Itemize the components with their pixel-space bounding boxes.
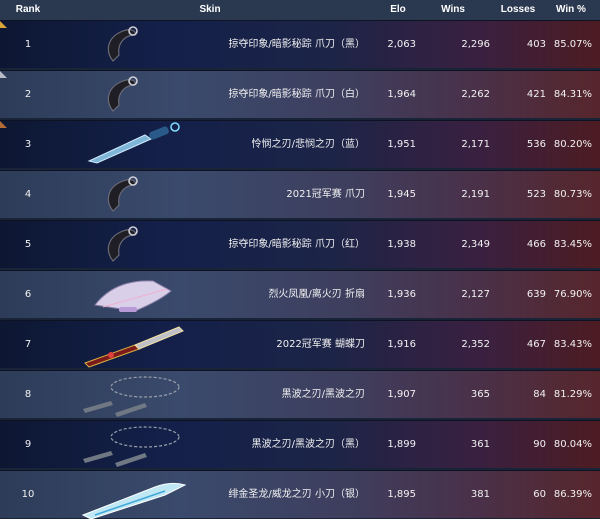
rank-cell: 7 bbox=[24, 339, 32, 350]
losses-cell: 84 bbox=[533, 389, 546, 400]
skin-name-cell: 怜悯之刃/悲悯之刃（蓝） bbox=[251, 139, 365, 150]
table-row[interactable]: 6 烈火凤凰/离火刃 折扇 1,936 2,127 639 76.90% bbox=[0, 270, 600, 318]
rank-cell: 8 bbox=[24, 389, 32, 400]
losses-cell: 467 bbox=[526, 339, 546, 350]
rank-cell: 3 bbox=[24, 139, 32, 150]
win-percent-cell: 76.90% bbox=[553, 289, 592, 300]
win-percent-cell: 83.43% bbox=[553, 339, 592, 350]
win-percent-cell: 80.20% bbox=[553, 139, 592, 150]
win-percent-cell: 80.04% bbox=[553, 439, 592, 450]
folding-fan-icon bbox=[94, 280, 172, 312]
win-percent-cell: 80.73% bbox=[553, 189, 592, 200]
losses-cell: 403 bbox=[526, 39, 546, 50]
karambit-knife-red-icon bbox=[107, 226, 138, 262]
table-row[interactable]: 5 掠夺印象/暗影秘踪 爪刀（红） 1,938 2,349 466 83.45% bbox=[0, 220, 600, 268]
skin-name-cell: 黑波之刃/黑波之刃（黑） bbox=[251, 439, 365, 450]
losses-cell: 523 bbox=[526, 189, 546, 200]
win-percent-cell: 83.45% bbox=[553, 239, 592, 250]
losses-cell: 639 bbox=[526, 289, 546, 300]
win-percent-cell: 81.29% bbox=[553, 389, 592, 400]
medal-corner-marker bbox=[0, 121, 14, 128]
kunai-chain-icon bbox=[83, 376, 180, 417]
wins-cell: 2,127 bbox=[461, 289, 490, 300]
table-row[interactable]: 7 2022冠军赛 蝴蝶刀 1,916 2,352 467 83.43% bbox=[0, 320, 600, 368]
losses-cell: 536 bbox=[526, 139, 546, 150]
skin-name-cell: 2022冠军赛 蝴蝶刀 bbox=[276, 339, 365, 350]
skin-name-cell: 掠夺印象/暗影秘踪 爪刀（红） bbox=[228, 239, 365, 250]
rank-cell: 2 bbox=[24, 89, 32, 100]
table-row[interactable]: 3 怜悯之刃/悲悯之刃（蓝） 1,951 2,171 536 80.20% bbox=[0, 120, 600, 168]
losses-cell: 90 bbox=[533, 439, 546, 450]
skin-name-cell: 黑波之刃/黑波之刃 bbox=[281, 389, 365, 400]
win-percent-cell: 85.07% bbox=[553, 39, 592, 50]
wins-cell: 2,262 bbox=[461, 89, 490, 100]
table-row[interactable]: 2 掠夺印象/暗影秘踪 爪刀（白） 1,964 2,262 421 84.31% bbox=[0, 70, 600, 118]
elo-cell: 1,899 bbox=[387, 439, 416, 450]
karambit-knife-black-icon bbox=[107, 26, 138, 62]
table-row[interactable]: 9 黑波之刃/黑波之刃（黑） 1,899 361 90 80.04% bbox=[0, 420, 600, 468]
table-row[interactable]: 1 掠夺印象/暗影秘踪 爪刀（黑） 2,063 2,296 403 85.07% bbox=[0, 20, 600, 68]
karambit-knife-white-icon bbox=[107, 76, 138, 112]
rank-cell: 9 bbox=[24, 439, 32, 450]
column-header-skin[interactable]: Skin bbox=[190, 0, 230, 20]
elo-cell: 2,063 bbox=[387, 39, 416, 50]
rank-cell: 10 bbox=[21, 489, 35, 500]
column-header-win-percent[interactable]: Win % bbox=[548, 0, 594, 20]
medal-corner-marker bbox=[0, 71, 14, 78]
column-header-losses[interactable]: Losses bbox=[492, 0, 544, 20]
column-header-wins[interactable]: Wins bbox=[430, 0, 476, 20]
losses-cell: 466 bbox=[526, 239, 546, 250]
rank-cell: 4 bbox=[24, 189, 32, 200]
elo-cell: 1,895 bbox=[387, 489, 416, 500]
elo-cell: 1,951 bbox=[387, 139, 416, 150]
skin-name-cell: 掠夺印象/暗影秘踪 爪刀（黑） bbox=[228, 39, 365, 50]
table-row[interactable]: 10 绯金圣龙/威龙之刃 小刀（银） 1,895 381 60 86.39% bbox=[0, 470, 600, 519]
wins-cell: 2,296 bbox=[461, 39, 490, 50]
elo-cell: 1,964 bbox=[387, 89, 416, 100]
medal-corner-marker bbox=[0, 21, 14, 28]
table-header: Rank Skin Elo Wins Losses Win % bbox=[0, 0, 600, 20]
wins-cell: 2,352 bbox=[461, 339, 490, 350]
losses-cell: 60 bbox=[533, 489, 546, 500]
elo-cell: 1,936 bbox=[387, 289, 416, 300]
win-percent-cell: 84.31% bbox=[553, 89, 592, 100]
rank-cell: 1 bbox=[24, 39, 32, 50]
skin-name-cell: 绯金圣龙/威龙之刃 小刀（银） bbox=[228, 489, 365, 500]
leaderboard-table: Rank Skin Elo Wins Losses Win % 1 掠夺印象/暗影… bbox=[0, 0, 600, 519]
losses-cell: 421 bbox=[526, 89, 546, 100]
butterfly-knife-icon bbox=[84, 326, 184, 368]
skin-name-cell: 烈火凤凰/离火刃 折扇 bbox=[268, 289, 365, 300]
wins-cell: 2,171 bbox=[461, 139, 490, 150]
table-row[interactable]: 4 2021冠军赛 爪刀 1,945 2,191 523 80.73% bbox=[0, 170, 600, 218]
rank-cell: 6 bbox=[24, 289, 32, 300]
wins-cell: 381 bbox=[470, 489, 490, 500]
dagger-blue-icon bbox=[87, 122, 180, 164]
elo-cell: 1,907 bbox=[387, 389, 416, 400]
wins-cell: 2,349 bbox=[461, 239, 490, 250]
skin-name-cell: 掠夺印象/暗影秘踪 爪刀（白） bbox=[228, 89, 365, 100]
wins-cell: 365 bbox=[470, 389, 490, 400]
win-percent-cell: 86.39% bbox=[553, 489, 592, 500]
elo-cell: 1,945 bbox=[387, 189, 416, 200]
wins-cell: 361 bbox=[470, 439, 490, 450]
column-header-elo[interactable]: Elo bbox=[380, 0, 416, 20]
wins-cell: 2,191 bbox=[461, 189, 490, 200]
table-row[interactable]: 8 黑波之刃/黑波之刃 1,907 365 84 81.29% bbox=[0, 370, 600, 418]
elo-cell: 1,916 bbox=[387, 339, 416, 350]
elo-cell: 1,938 bbox=[387, 239, 416, 250]
skin-name-cell: 2021冠军赛 爪刀 bbox=[286, 189, 365, 200]
rank-cell: 5 bbox=[24, 239, 32, 250]
karambit-knife-gold-icon bbox=[107, 176, 138, 212]
dragon-knife-silver-icon bbox=[81, 482, 187, 519]
column-header-rank[interactable]: Rank bbox=[14, 0, 42, 20]
kunai-chain-black-icon bbox=[83, 426, 180, 467]
